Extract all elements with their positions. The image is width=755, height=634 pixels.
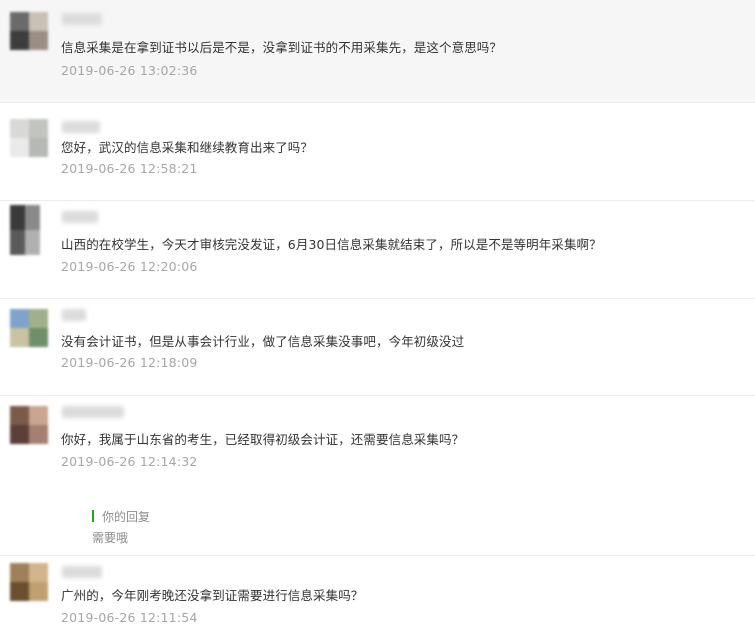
comment-item: 没有会计证书，但是从事会计行业，做了信息采集没事吧，今年初级没过 2019-06… bbox=[0, 299, 755, 396]
avatar[interactable] bbox=[10, 205, 40, 255]
comment-text: 广州的，今年刚考晚还没拿到证需要进行信息采集吗？ bbox=[61, 588, 364, 603]
blurred-nickname bbox=[62, 13, 102, 25]
reply-label: 你的回复 bbox=[102, 510, 151, 524]
blurred-nickname bbox=[62, 566, 102, 578]
avatar-pixel bbox=[10, 12, 29, 31]
comment-text: 山西的在校学生，今天才审核完没发证，6月30日信息采集就结束了，所以是不是等明年… bbox=[61, 237, 602, 252]
comment-item: 您好，武汉的信息采集和继续教育出来了吗？ 2019-06-26 12:58:21 bbox=[0, 103, 755, 201]
comment-item: 广州的，今年刚考晚还没拿到证需要进行信息采集吗？ 2019-06-26 12:1… bbox=[0, 556, 755, 634]
blurred-nickname bbox=[62, 309, 86, 321]
avatar-pixel bbox=[29, 12, 48, 31]
comment-time: 2019-06-26 12:58:21 bbox=[61, 161, 198, 176]
avatar[interactable] bbox=[10, 563, 48, 601]
avatar-pixel bbox=[10, 406, 29, 425]
comment-time: 2019-06-26 12:18:09 bbox=[61, 355, 198, 370]
avatar-pixel bbox=[29, 582, 48, 601]
avatar-pixel bbox=[10, 31, 29, 50]
avatar[interactable] bbox=[10, 12, 48, 50]
comment-time: 2019-06-26 12:14:32 bbox=[61, 454, 198, 469]
avatar-pixel bbox=[10, 563, 29, 582]
avatar[interactable] bbox=[10, 406, 48, 444]
avatar-pixel bbox=[29, 309, 48, 328]
avatar-pixel bbox=[29, 31, 48, 50]
avatar-pixel bbox=[10, 230, 25, 255]
avatar-pixel bbox=[10, 119, 29, 138]
blurred-nickname bbox=[62, 121, 100, 133]
comment-text: 没有会计证书，但是从事会计行业，做了信息采集没事吧，今年初级没过 bbox=[61, 334, 465, 349]
comment-item: 信息采集是在拿到证书以后是不是，没拿到证书的不用采集先，是这个意思吗？ 2019… bbox=[0, 0, 755, 103]
avatar-pixel bbox=[29, 328, 48, 347]
avatar[interactable] bbox=[10, 309, 48, 347]
avatar-pixel bbox=[29, 119, 48, 138]
avatar-pixel bbox=[25, 230, 40, 255]
avatar-pixel bbox=[10, 205, 25, 230]
comment-text: 信息采集是在拿到证书以后是不是，没拿到证书的不用采集先，是这个意思吗？ bbox=[61, 40, 503, 55]
avatar-pixel bbox=[25, 205, 40, 230]
avatar-pixel bbox=[29, 425, 48, 444]
comment-text: 你好，我属于山东省的考生，已经取得初级会计证，还需要信息采集吗？ bbox=[61, 432, 465, 447]
comment-list: 信息采集是在拿到证书以后是不是，没拿到证书的不用采集先，是这个意思吗？ 2019… bbox=[0, 0, 755, 634]
blurred-nickname bbox=[62, 211, 98, 223]
avatar-pixel bbox=[10, 425, 29, 444]
reply-text: 需要哦 bbox=[92, 531, 129, 545]
avatar-pixel bbox=[29, 563, 48, 582]
comment-time: 2019-06-26 12:20:06 bbox=[61, 259, 198, 274]
avatar-pixel bbox=[10, 328, 29, 347]
avatar-pixel bbox=[29, 138, 48, 157]
avatar-pixel bbox=[10, 582, 29, 601]
avatar-pixel bbox=[10, 309, 29, 328]
comment-time: 2019-06-26 12:11:54 bbox=[61, 610, 198, 625]
avatar-pixel bbox=[10, 138, 29, 157]
reply-accent-bar bbox=[92, 510, 94, 522]
comment-item: 山西的在校学生，今天才审核完没发证，6月30日信息采集就结束了，所以是不是等明年… bbox=[0, 201, 755, 299]
comment-time: 2019-06-26 13:02:36 bbox=[61, 63, 198, 78]
comment-text: 您好，武汉的信息采集和继续教育出来了吗？ bbox=[61, 140, 314, 155]
avatar[interactable] bbox=[10, 119, 48, 157]
blurred-nickname bbox=[62, 406, 124, 418]
avatar-pixel bbox=[29, 406, 48, 425]
